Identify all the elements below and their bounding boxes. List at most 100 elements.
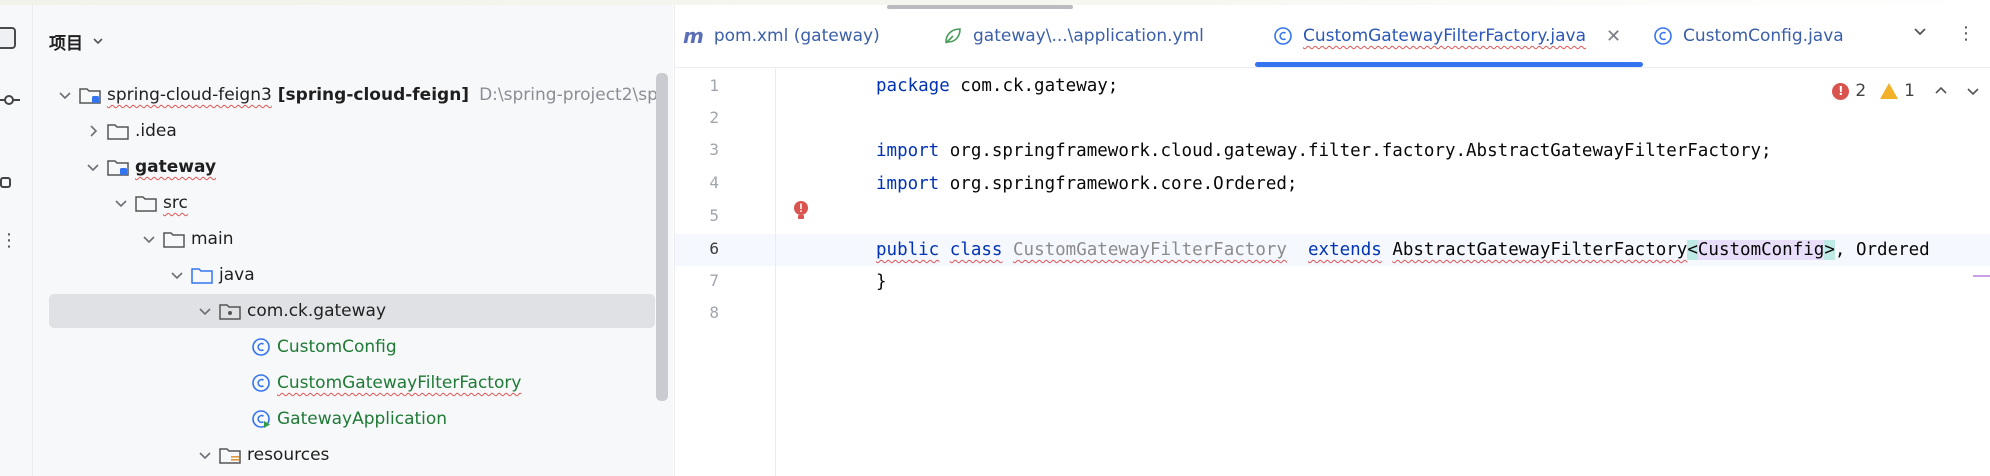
- tree-item-gateway[interactable]: gateway: [49, 150, 669, 184]
- project-panel-header[interactable]: 项目: [49, 23, 105, 59]
- resources-folder-icon: [219, 448, 241, 464]
- line-number: 1: [709, 76, 719, 95]
- error-icon: !: [1832, 82, 1850, 100]
- folder-icon: [135, 196, 157, 212]
- keyword: import: [876, 141, 940, 161]
- keyword: import: [876, 174, 940, 194]
- project-tree-scrollbar[interactable]: [656, 73, 668, 401]
- tree-item-root-module[interactable]: spring-cloud-feign3 [spring-cloud-feign]…: [49, 78, 669, 112]
- tree-item-customconfig[interactable]: CustomConfig: [49, 330, 669, 364]
- tree-item-gatewayapplication[interactable]: GatewayApplication: [49, 402, 669, 436]
- tree-item-customgatewayfilterfactory[interactable]: CustomGatewayFilterFactory: [49, 366, 669, 400]
- type-argument: CustomConfi: [1697, 240, 1814, 260]
- tree-item-label: .idea: [135, 121, 177, 141]
- code-text: , Ordered: [1834, 240, 1930, 260]
- chevron-down-icon[interactable]: [169, 267, 185, 283]
- chevron-down-icon[interactable]: [1911, 23, 1929, 41]
- tree-item-package[interactable]: com.ck.gateway: [49, 294, 655, 328]
- editor-tab-bar: m pom.xml (gateway) gateway\...\applicat…: [675, 5, 1990, 68]
- project-panel: 项目 spring-cloud-feign3 [spring-cloud-fei…: [33, 5, 705, 476]
- warning-icon: [1880, 83, 1899, 99]
- tree-item-src[interactable]: src: [49, 186, 669, 220]
- chevron-down-icon[interactable]: [113, 195, 129, 211]
- line-number: 3: [709, 140, 719, 159]
- tree-item-label: src: [163, 193, 188, 213]
- tab-pom-xml[interactable]: m pom.xml (gateway): [683, 5, 880, 67]
- code-line-3[interactable]: import org.springframework.cloud.gateway…: [776, 135, 1990, 167]
- warning-count: 1: [1904, 81, 1915, 101]
- tab-label: gateway\...\application.yml: [973, 26, 1204, 46]
- chevron-down-icon[interactable]: [1965, 83, 1981, 99]
- tree-item-idea[interactable]: .idea: [49, 114, 669, 148]
- keyword: class: [949, 240, 1003, 260]
- tree-item-label: GatewayApplication: [277, 409, 448, 429]
- error-bulb-icon[interactable]: [791, 199, 811, 221]
- tree-item-label: CustomGatewayFilterFactory: [277, 373, 522, 393]
- project-path-label: D:\spring-project2\spr: [479, 85, 665, 105]
- chevron-down-icon[interactable]: [57, 87, 73, 103]
- code-line-6[interactable]: public class CustomGatewayFilterFactory …: [776, 234, 1990, 266]
- bracket-match: >: [1824, 240, 1835, 260]
- chevron-down-icon[interactable]: [141, 231, 157, 247]
- folder-icon: [163, 232, 185, 248]
- chevron-down-icon[interactable]: [85, 159, 101, 175]
- line-number: 4: [709, 173, 719, 192]
- package-icon: [219, 304, 241, 320]
- chevron-down-icon[interactable]: [197, 447, 213, 463]
- line-number: 5: [709, 206, 719, 225]
- tab-label: CustomGatewayFilterFactory.java: [1303, 26, 1587, 46]
- tree-item-label: CustomConfig: [277, 337, 397, 357]
- more-options-icon[interactable]: ⋮: [1957, 23, 1975, 44]
- tab-application-yml[interactable]: gateway\...\application.yml: [943, 5, 1204, 67]
- tool-window-strip: ⋮: [0, 5, 33, 476]
- chevron-up-icon[interactable]: [1933, 83, 1949, 99]
- commit-icon[interactable]: [0, 93, 20, 107]
- tree-item-label: main: [191, 229, 234, 249]
- line-number: 8: [709, 303, 719, 322]
- runnable-class-icon: [252, 410, 270, 428]
- tab-customconfig[interactable]: CustomConfig.java: [1653, 5, 1844, 67]
- tab-label: pom.xml (gateway): [713, 26, 880, 46]
- project-panel-title: 项目: [49, 33, 83, 54]
- module-folder-icon: [79, 88, 101, 104]
- code-line-1[interactable]: package com.ck.gateway;: [776, 70, 1990, 102]
- keyword: public: [876, 240, 940, 260]
- type-argument: g: [1813, 240, 1825, 260]
- code-text: com.ck.gateway;: [949, 76, 1119, 96]
- tree-item-label: com.ck.gateway: [247, 301, 387, 321]
- tree-item-label: gateway: [135, 157, 217, 177]
- bracket-match: <: [1687, 240, 1698, 260]
- close-icon[interactable]: ✕: [1606, 26, 1621, 47]
- error-count: 2: [1855, 81, 1867, 101]
- inspection-widget[interactable]: ! 2 1: [1832, 81, 1981, 101]
- class-icon: [252, 374, 270, 392]
- chevron-down-icon[interactable]: [91, 34, 105, 48]
- source-folder-icon: [191, 268, 213, 284]
- tree-item-label: java: [219, 265, 255, 285]
- tab-customgatewayfilterfactory[interactable]: CustomGatewayFilterFactory.java ✕: [1254, 5, 1644, 67]
- code-line-7[interactable]: }: [776, 266, 1990, 298]
- line-number: 7: [709, 271, 719, 290]
- module-folder-icon: [107, 160, 129, 176]
- tab-label: CustomConfig.java: [1683, 26, 1844, 46]
- tree-item-main[interactable]: main: [49, 222, 669, 256]
- class-name: CustomGatewayFilterFactory: [1013, 240, 1287, 260]
- line-number: 2: [709, 108, 719, 127]
- class-icon: [252, 338, 270, 356]
- more-tools-icon[interactable]: ⋮: [0, 230, 18, 251]
- tree-item-resources[interactable]: resources: [49, 438, 669, 472]
- project-tool-icon[interactable]: [0, 27, 16, 49]
- spring-leaf-icon: [945, 28, 961, 44]
- code-line-4[interactable]: import org.springframework.core.Ordered;: [776, 168, 1990, 200]
- tree-item-java[interactable]: java: [49, 258, 669, 292]
- line-number-gutter: 1 2 3 4 5 6 7 8: [675, 67, 776, 476]
- class-icon: [1274, 27, 1292, 45]
- chevron-down-icon[interactable]: [197, 303, 213, 319]
- code-text: }: [876, 272, 887, 292]
- error-stripe-mark: [1973, 275, 1990, 277]
- editor-area: m pom.xml (gateway) gateway\...\applicat…: [674, 5, 1990, 476]
- keyword: package: [876, 76, 950, 96]
- maven-icon: m: [683, 24, 704, 48]
- chevron-right-icon[interactable]: [85, 123, 101, 139]
- structure-icon[interactable]: [0, 175, 14, 189]
